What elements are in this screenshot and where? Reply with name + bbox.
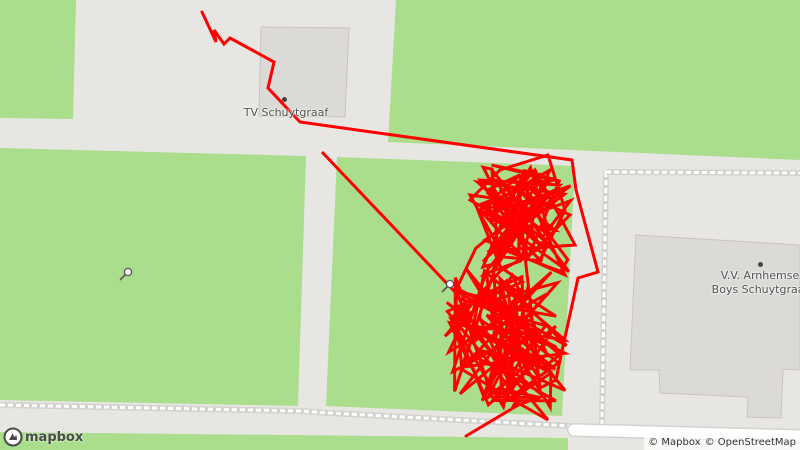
mapbox-logo-text: mapbox xyxy=(25,429,84,445)
mapbox-logo-icon xyxy=(3,427,23,447)
point-of-interest-icon xyxy=(758,262,763,267)
grass-area-west xyxy=(0,148,306,406)
map-canvas[interactable]: TV Schuytgraaf V.V. Arnhemse Boys Schuyt… xyxy=(0,0,800,450)
map-base xyxy=(0,0,800,450)
attribution-bar: © Mapbox © OpenStreetMap xyxy=(644,436,800,450)
tennis-icon xyxy=(119,267,133,281)
building-football-club xyxy=(629,234,800,419)
place-label-tennis-club: TV Schuytgraaf xyxy=(243,106,329,119)
grass-area-south xyxy=(0,432,568,450)
grass-area-north xyxy=(388,0,800,160)
grass-area-northwest xyxy=(0,0,76,119)
footpath-east-vertical xyxy=(599,171,609,425)
mapbox-logo[interactable]: mapbox xyxy=(3,427,83,447)
tennis-icon xyxy=(441,279,455,293)
attribution-mapbox-link[interactable]: © Mapbox xyxy=(648,436,700,450)
place-label-football-club: V.V. Arnhemse Boys Schuytgraaf xyxy=(705,269,800,297)
point-of-interest-icon xyxy=(282,97,287,102)
place-label-line: V.V. Arnhemse xyxy=(720,269,800,282)
attribution-osm-link[interactable]: © OpenStreetMap xyxy=(705,436,796,450)
place-label-line: Boys Schuytgraaf xyxy=(711,283,800,296)
